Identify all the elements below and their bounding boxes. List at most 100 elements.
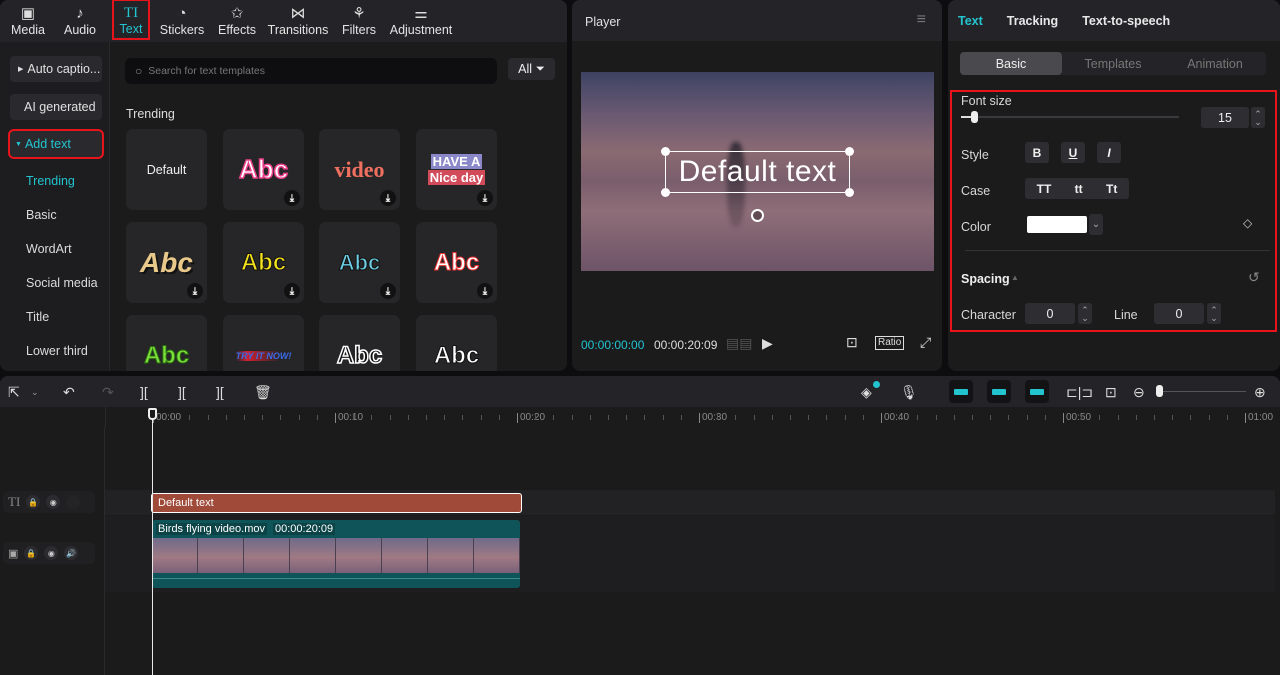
download-icon[interactable]: ⤓ [380, 190, 396, 206]
playhead-handle[interactable] [148, 408, 157, 420]
undo-icon[interactable]: ↶ [63, 383, 75, 401]
underline-button[interactable]: U [1061, 142, 1085, 163]
tab-stickers[interactable]: ◔ Stickers [154, 0, 210, 42]
split-left-icon[interactable]: ][ [178, 383, 186, 401]
sidebar-item-basic[interactable]: Basic [26, 208, 57, 222]
template-card[interactable]: Abc ⤓ [126, 222, 207, 303]
resize-handle[interactable] [845, 147, 854, 156]
template-card[interactable]: Abc ⤓ [223, 129, 304, 210]
sidebar-item-title[interactable]: Title [26, 310, 49, 324]
collapse-icon[interactable]: ▲ [1011, 273, 1019, 282]
preview-axis-icon[interactable]: ⊡ [1105, 383, 1117, 401]
lowercase-button[interactable]: tt [1075, 182, 1083, 196]
chevron-down-icon[interactable]: ⌄ [31, 383, 39, 401]
rotate-handle-icon[interactable] [751, 209, 764, 222]
zoom-in-icon[interactable]: ⊕ [1254, 383, 1266, 401]
keyframe-add-icon[interactable]: ◈ [861, 383, 872, 401]
character-spacing-input[interactable]: 0 [1025, 303, 1075, 324]
subtab-templates[interactable]: Templates [1062, 52, 1164, 75]
tab-effects[interactable]: ✩ Effects [210, 0, 264, 42]
subtab-basic[interactable]: Basic [960, 52, 1062, 75]
character-spacing-stepper[interactable]: ⌃ ⌄ [1078, 303, 1092, 324]
resize-handle[interactable] [661, 147, 670, 156]
tab-transitions[interactable]: ⋈ Transitions [264, 0, 332, 42]
template-card[interactable]: Abc ⤓ [416, 222, 497, 303]
download-icon[interactable]: ⤓ [477, 190, 493, 206]
time-ruler[interactable]: 00:00 00:10 00:20 00:30 00:40 00:50 01:00 [105, 407, 1280, 427]
eye-icon[interactable]: ◉ [44, 546, 59, 560]
italic-button[interactable]: I [1097, 142, 1121, 163]
color-swatch[interactable] [1027, 216, 1087, 233]
tab-filters[interactable]: ⚘ Filters [332, 0, 386, 42]
lock-icon[interactable]: 🔒 [26, 495, 41, 509]
waveform-icon[interactable]: ▤▤ [726, 335, 752, 352]
ai-generated-button[interactable]: AI generated [10, 94, 102, 120]
sidebar-item-wordart[interactable]: WordArt [26, 242, 72, 256]
delete-icon[interactable]: 🗑 [254, 383, 272, 401]
template-card[interactable]: Abc ⤓ [223, 222, 304, 303]
download-icon[interactable]: ⤓ [477, 283, 493, 299]
template-card[interactable]: TRY IT NOW! [223, 315, 304, 371]
sidebar-item-social-media[interactable]: Social media [26, 276, 98, 290]
titlecase-button[interactable]: Tt [1106, 182, 1117, 196]
download-icon[interactable]: ⤓ [380, 283, 396, 299]
resize-handle[interactable] [661, 188, 670, 197]
template-card[interactable]: Abc [319, 315, 400, 371]
template-card[interactable]: Default [126, 129, 207, 210]
subtab-animation[interactable]: Animation [1164, 52, 1266, 75]
bold-button[interactable]: B [1025, 142, 1049, 163]
zoom-out-icon[interactable]: ⊖ [1133, 383, 1145, 401]
video-clip[interactable]: Birds flying video.mov 00:00:20:09 [152, 520, 520, 588]
template-card[interactable]: Abc ⤓ [319, 222, 400, 303]
add-text-button[interactable]: ▼ Add text [8, 129, 104, 159]
color-dropdown-icon[interactable]: ⌄ [1089, 214, 1103, 235]
tab-media[interactable]: ▣ Media [4, 0, 52, 42]
reset-icon[interactable]: ↺ [1248, 269, 1260, 286]
keyframe-icon[interactable]: ◇ [1243, 216, 1252, 230]
spacing-label[interactable]: Spacing [961, 272, 1010, 286]
auto-captions-button[interactable]: ▶ Auto captio... [10, 56, 102, 82]
split-icon[interactable]: ][ [140, 383, 148, 401]
font-size-slider-knob[interactable] [970, 111, 978, 123]
sidebar-item-trending[interactable]: Trending [26, 174, 75, 188]
magnet-toggle[interactable] [949, 380, 973, 403]
fullscreen-icon[interactable]: ⤢ [920, 334, 931, 351]
video-preview[interactable]: Default text [581, 72, 934, 271]
line-spacing-stepper[interactable]: ⌃ ⌄ [1207, 303, 1221, 324]
play-icon[interactable]: ▶ [762, 335, 773, 352]
ratio-button[interactable]: Ratio [875, 336, 905, 350]
tab-text-props[interactable]: Text [958, 14, 983, 28]
template-card[interactable]: Abc [416, 315, 497, 371]
select-tool-icon[interactable]: ⇱ [8, 383, 20, 401]
snap-toggle[interactable] [987, 380, 1011, 403]
download-icon[interactable]: ⤓ [187, 283, 203, 299]
font-size-stepper[interactable]: ⌃ ⌄ [1251, 107, 1265, 128]
template-card[interactable]: Abc [126, 315, 207, 371]
zoom-slider-knob[interactable] [1156, 385, 1163, 397]
search-input[interactable]: ○ Search for text templates [125, 58, 497, 84]
tab-tracking[interactable]: Tracking [1007, 14, 1058, 28]
link-toggle[interactable] [1025, 380, 1049, 403]
split-screen-icon[interactable]: ⊏|⊐ [1066, 383, 1093, 401]
playhead[interactable] [152, 409, 153, 675]
lock-icon[interactable]: 🔒 [24, 546, 39, 560]
text-overlay[interactable]: Default text [661, 147, 854, 197]
redo-icon[interactable]: ↷ [102, 383, 114, 401]
tab-text-to-speech[interactable]: Text-to-speech [1082, 14, 1170, 28]
zoom-slider[interactable] [1156, 385, 1246, 397]
menu-icon[interactable]: ≡ [917, 11, 926, 29]
zoom-fit-icon[interactable]: ⊡ [846, 334, 858, 351]
uppercase-button[interactable]: TT [1037, 182, 1052, 196]
filter-button[interactable]: All ⏷ [508, 58, 555, 80]
text-clip[interactable]: Default text [151, 493, 522, 513]
audio-icon[interactable]: 🔊 [64, 546, 79, 560]
download-icon[interactable]: ⤓ [284, 190, 300, 206]
template-card[interactable]: video ⤓ [319, 129, 400, 210]
download-icon[interactable]: ⤓ [284, 283, 300, 299]
font-size-slider[interactable] [961, 111, 1179, 123]
resize-handle[interactable] [845, 188, 854, 197]
microphone-icon[interactable]: 🎙 [900, 383, 918, 401]
eye-icon[interactable]: ◉ [46, 495, 61, 509]
template-card[interactable]: HAVE A Nice day ⤓ [416, 129, 497, 210]
line-spacing-input[interactable]: 0 [1154, 303, 1204, 324]
